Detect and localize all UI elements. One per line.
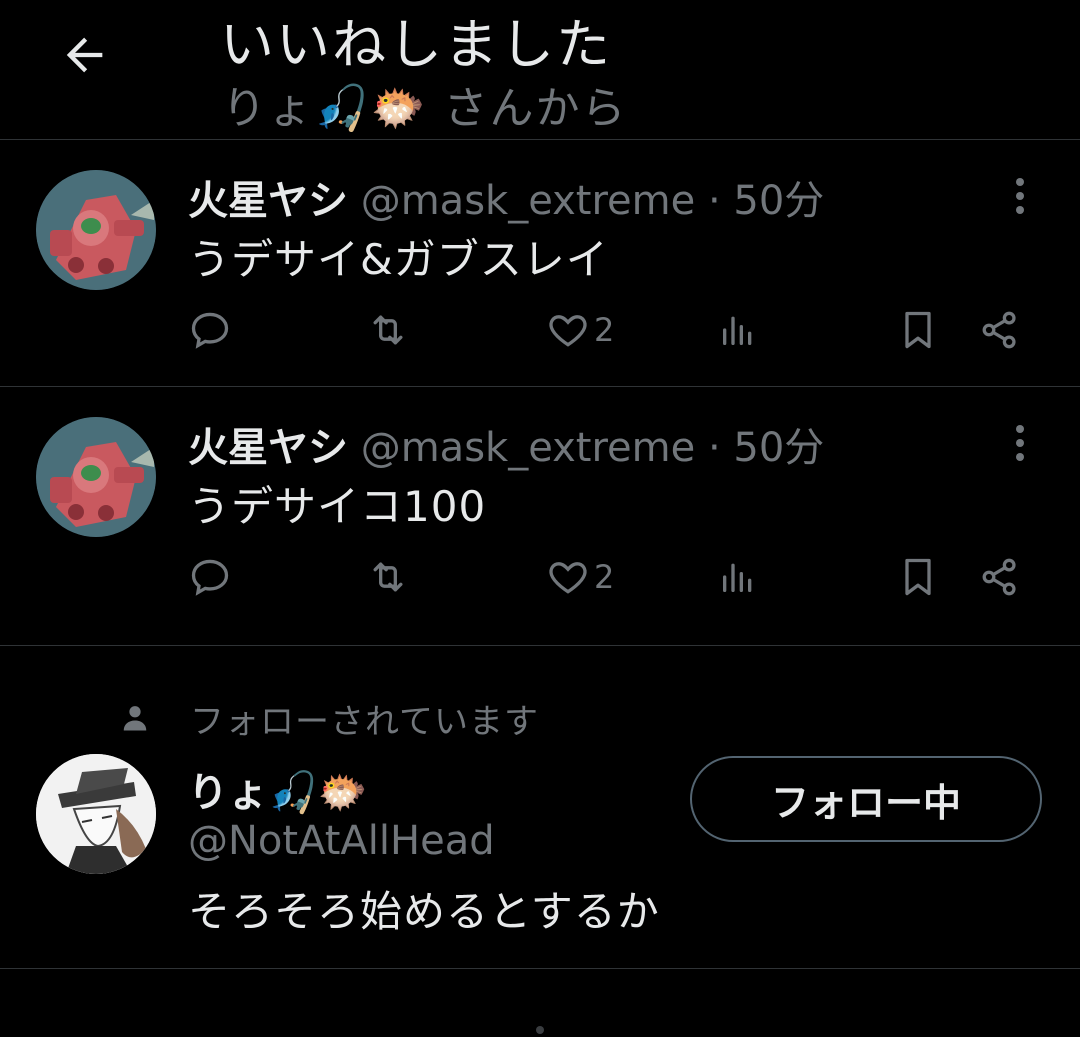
avatar[interactable] bbox=[36, 417, 156, 537]
more-icon bbox=[1016, 425, 1024, 461]
retweet-button[interactable] bbox=[364, 553, 412, 601]
display-name[interactable]: 火星ヤシ bbox=[188, 178, 348, 224]
tweet-header: 火星ヤシ @mask_extreme · 50分 bbox=[188, 415, 824, 473]
bookmark-button[interactable] bbox=[896, 306, 940, 354]
bookmark-icon bbox=[905, 558, 931, 596]
page-title: いいねしました bbox=[220, 13, 612, 76]
retweet-button[interactable] bbox=[364, 306, 412, 354]
user-handle[interactable]: @NotAtAllHead bbox=[188, 818, 495, 864]
followed-by-indicator: フォローされています bbox=[120, 696, 539, 742]
avatar[interactable] bbox=[36, 170, 156, 290]
person-icon bbox=[123, 706, 147, 731]
retweet-icon bbox=[373, 315, 403, 345]
like-button[interactable]: 2 bbox=[546, 553, 614, 601]
user-handle[interactable]: @mask_extreme bbox=[361, 178, 696, 224]
user-card[interactable]: フォローされています りょ🎣🐡 @NotAtAllHead そろそろ始めるとする… bbox=[0, 646, 1080, 969]
header: いいねしました りょ🎣🐡 さんから bbox=[0, 0, 1080, 140]
avatar[interactable] bbox=[36, 754, 156, 874]
reply-button[interactable] bbox=[188, 306, 232, 354]
timestamp[interactable]: 50分 bbox=[733, 178, 824, 224]
more-icon bbox=[1016, 178, 1024, 214]
page-subtitle: りょ🎣🐡 さんから bbox=[222, 83, 628, 134]
tweet-actions: 2 bbox=[0, 547, 1080, 607]
tweet[interactable]: 火星ヤシ @mask_extreme · 50分 うデサイコ100 2 bbox=[0, 387, 1080, 646]
tweet-actions: 2 bbox=[0, 300, 1080, 360]
views-button[interactable] bbox=[718, 553, 758, 601]
tweet-header: 火星ヤシ @mask_extreme · 50分 bbox=[188, 168, 824, 226]
scroll-indicator bbox=[536, 1026, 544, 1034]
heart-icon bbox=[549, 562, 587, 594]
views-icon bbox=[723, 316, 752, 345]
followed-label: フォローされています bbox=[190, 701, 539, 742]
following-button[interactable]: フォロー中 bbox=[690, 756, 1042, 842]
tweet-text: うデサイコ100 bbox=[188, 482, 487, 531]
more-button[interactable] bbox=[1000, 172, 1040, 220]
display-name[interactable]: りょ🎣🐡 bbox=[188, 760, 368, 818]
like-count: 2 bbox=[594, 558, 615, 596]
tweet-text: うデサイ&ガブスレイ bbox=[188, 235, 609, 284]
retweet-icon bbox=[373, 562, 403, 592]
share-icon bbox=[982, 558, 1016, 596]
reply-button[interactable] bbox=[188, 553, 232, 601]
like-count: 2 bbox=[594, 311, 615, 349]
user-bio: そろそろ始めるとするか bbox=[188, 887, 660, 936]
more-button[interactable] bbox=[1000, 419, 1040, 467]
like-button[interactable]: 2 bbox=[546, 306, 614, 354]
back-button[interactable] bbox=[56, 26, 114, 84]
views-button[interactable] bbox=[718, 306, 758, 354]
bookmark-button[interactable] bbox=[896, 553, 940, 601]
reply-icon bbox=[191, 312, 229, 349]
reply-icon bbox=[191, 559, 229, 596]
share-button[interactable] bbox=[978, 306, 1022, 354]
display-name[interactable]: 火星ヤシ bbox=[188, 425, 348, 471]
share-button[interactable] bbox=[978, 553, 1022, 601]
user-handle[interactable]: @mask_extreme bbox=[361, 425, 696, 471]
tweet[interactable]: 火星ヤシ @mask_extreme · 50分 うデサイ&ガブスレイ 2 bbox=[0, 140, 1080, 387]
separator: · bbox=[707, 178, 721, 224]
back-arrow-icon bbox=[66, 37, 103, 73]
bookmark-icon bbox=[905, 311, 931, 349]
separator: · bbox=[707, 425, 721, 471]
views-icon bbox=[723, 563, 752, 592]
timestamp[interactable]: 50分 bbox=[733, 425, 824, 471]
share-icon bbox=[982, 311, 1016, 349]
heart-icon bbox=[549, 315, 587, 347]
